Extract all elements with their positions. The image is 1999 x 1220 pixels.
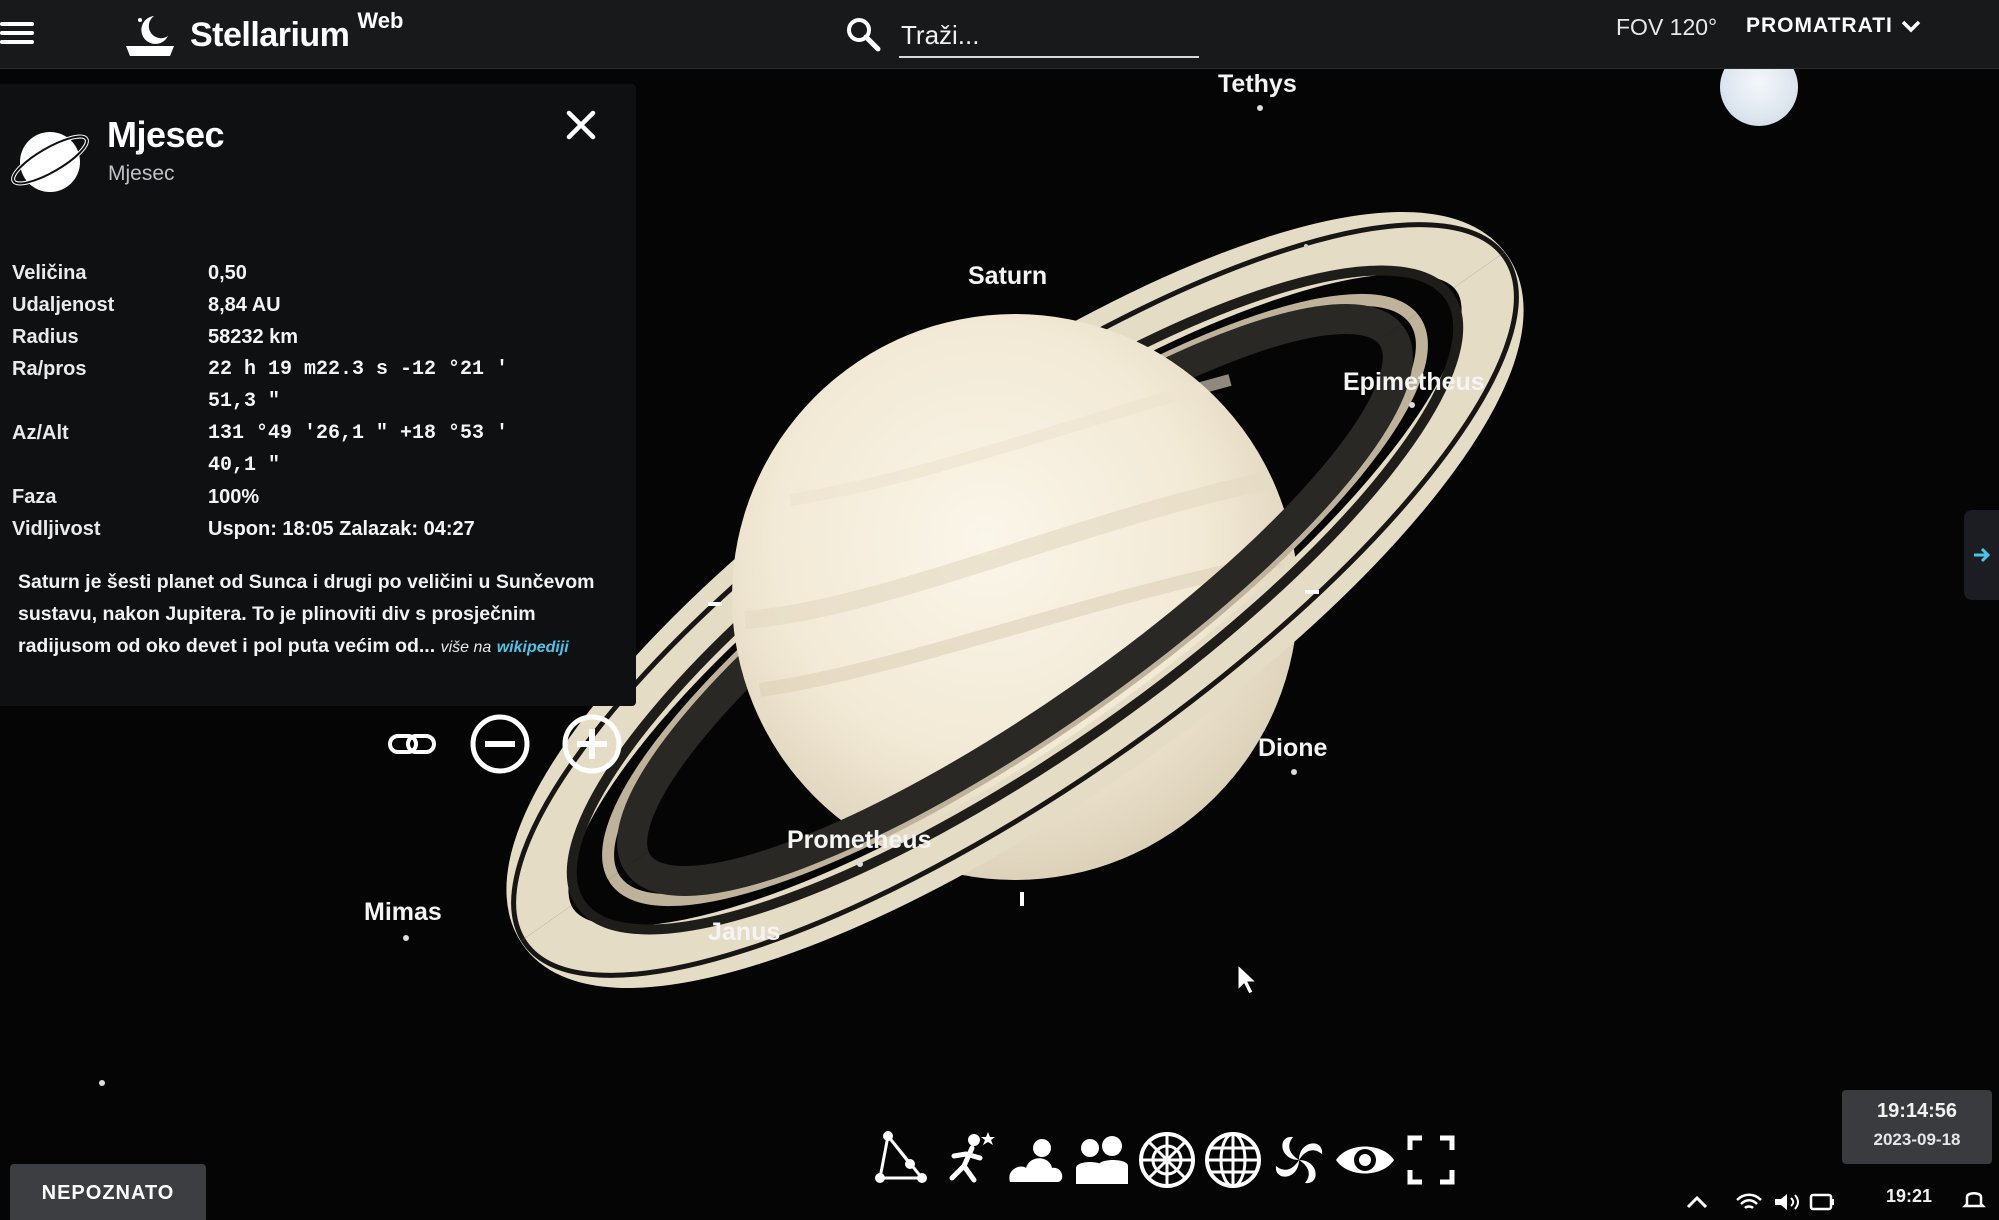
property-value: 22 h 19 m22.3 s -12 °21 ' [208,358,509,381]
chevron-up-icon[interactable] [1684,1192,1710,1212]
more-prefix: više na [440,639,492,656]
taskbar-clock[interactable]: 19:21 [1886,1186,1932,1207]
property-value: Uspon: 18:05 Zalazak: 04:27 [208,518,475,540]
link-icon[interactable] [380,712,444,776]
battery-icon[interactable] [1808,1190,1838,1214]
mode-label: PROMATRATI [1746,14,1893,37]
property-value: 131 °49 '26,1 " +18 °53 ' [208,422,509,445]
panel-actions [380,712,630,776]
planet-icon [11,132,89,192]
property-value-continued: 51,3 " [208,390,281,413]
top-bar: Stellarium Web FOV 120° PROMATRATI [0,0,1999,69]
property-value: 8,84 AU [208,294,281,316]
property-label: Veličina [12,262,87,284]
app-name-suffix: Web [357,8,404,33]
property-value-continued: 40,1 " [208,454,281,477]
object-subtitle: Mjesec [108,162,175,185]
atmosphere-icon[interactable] [1002,1124,1068,1196]
location-button[interactable]: NEPOZNATO [10,1164,206,1220]
property-label: Az/Alt [12,422,69,444]
constellation-lines-icon[interactable] [870,1124,936,1196]
os-taskbar-tray: 19:21 [1660,1178,1999,1220]
property-value: 58232 km [208,326,299,348]
sky-label-prometheus[interactable]: Prometheus [787,826,931,855]
zoom-in-icon[interactable] [560,712,624,776]
sky-label-mimas[interactable]: Mimas [364,898,442,927]
chevron-down-icon [1901,20,1921,33]
volume-icon[interactable] [1772,1190,1802,1214]
clock-date: 2023-09-18 [1873,1130,1961,1149]
sky-label-janus[interactable]: Janus [708,918,780,947]
menu-icon[interactable] [0,18,36,48]
equatorial-grid-icon[interactable] [1200,1124,1266,1196]
constellation-art-icon[interactable] [936,1124,1002,1196]
bottom-toolbar [870,1124,1480,1204]
arrow-right-icon [1974,547,1991,563]
sky-label-tethys[interactable]: Tethys [1218,70,1297,99]
property-label: Udaljenost [12,294,115,316]
sky-label-epimetheus[interactable]: Epimetheus [1343,368,1485,397]
property-label: Faza [12,486,57,508]
object-info-panel: Mjesec Mjesec Veličina 0,50 Udaljenost 8… [0,84,636,706]
search-box[interactable] [845,12,1199,58]
object-description: Saturn je šesti planet od Sunca i drugi … [18,566,618,664]
eye-icon[interactable] [1332,1124,1398,1196]
sky-label-saturn[interactable]: Saturn [968,262,1047,291]
app-name: Stellarium [190,15,350,54]
deep-sky-objects-icon[interactable] [1266,1124,1332,1196]
property-label: Vidljivost [12,518,101,540]
wikipedia-link[interactable]: wikipediji [497,639,569,656]
azimuthal-grid-icon[interactable] [1134,1124,1200,1196]
object-title: Mjesec [107,114,225,155]
clock-time: 19:14:56 [1876,1100,1958,1122]
wifi-icon[interactable] [1734,1190,1764,1214]
search-icon [847,18,881,52]
date-time-widget[interactable]: 19:14:56 2023-09-18 [1842,1090,1992,1164]
mode-dropdown[interactable]: PROMATRATI [1746,14,1921,38]
zoom-out-icon[interactable] [468,712,532,776]
sky-label-dione[interactable]: Dione [1258,734,1327,763]
app-logo: Stellarium Web [120,8,404,60]
landscape-icon[interactable] [1068,1124,1134,1196]
stellarium-logo-icon [126,16,174,56]
property-value: 100% [208,486,260,508]
property-label: Ra/pros [12,358,87,380]
close-icon[interactable] [564,108,598,142]
search-input[interactable] [899,14,1199,58]
side-panel-tab[interactable] [1964,510,1999,600]
fullscreen-icon[interactable] [1398,1124,1464,1196]
property-label: Radius [12,326,79,348]
fov-indicator: FOV 120° [1616,14,1718,40]
notification-icon[interactable] [1962,1186,1986,1212]
location-label: NEPOZNATO [41,1182,175,1204]
property-value: 0,50 [208,262,247,284]
